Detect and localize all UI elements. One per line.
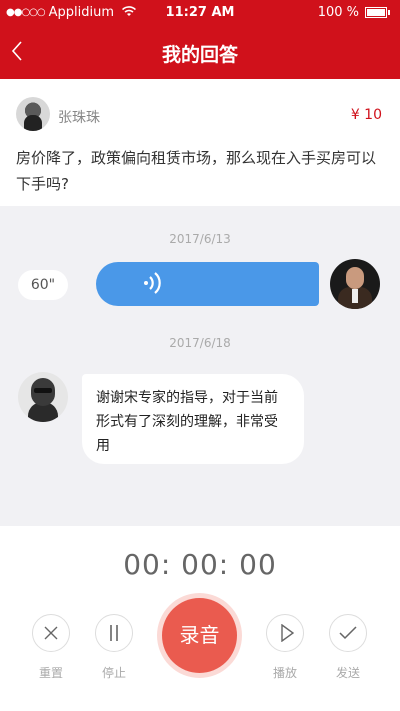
play-button[interactable] xyxy=(266,614,304,652)
battery-percent: 100 % xyxy=(317,5,359,20)
stop-button[interactable] xyxy=(95,614,133,652)
pause-icon xyxy=(110,625,118,641)
nav-bar: 我的回答 xyxy=(0,26,400,79)
sound-wave-icon xyxy=(144,271,162,300)
avatar-figure xyxy=(34,388,52,393)
avatar-figure xyxy=(346,267,364,289)
chat-date: 2017/6/13 xyxy=(169,232,231,246)
battery-status: 100 % xyxy=(318,5,390,20)
stop-label: 停止 xyxy=(101,666,126,680)
close-icon xyxy=(44,626,58,640)
voice-message[interactable] xyxy=(96,262,319,306)
user-avatar[interactable] xyxy=(18,372,68,422)
reset-label: 重置 xyxy=(38,666,63,680)
reply-message: 谢谢宋专家的指导，对于当前形式有了深刻的理解，非常受用 xyxy=(82,374,304,464)
voice-duration: 60" xyxy=(18,270,68,300)
record-timer: 00: 00: 00 xyxy=(123,548,277,581)
header: ●●○○○ Applidium 11:27 AM 100 % 我的回答 xyxy=(0,0,400,79)
avatar-figure xyxy=(352,289,358,303)
battery-tip xyxy=(388,10,390,15)
send-button[interactable] xyxy=(329,614,367,652)
asker-name: 张珠珠 xyxy=(58,110,100,126)
play-icon xyxy=(280,623,294,643)
chat-date: 2017/6/18 xyxy=(169,336,231,350)
send-label: 发送 xyxy=(335,666,360,680)
question-price: ¥ 10 xyxy=(350,107,382,123)
recorder-panel: 00: 00: 00 重置 停止 录音 播放 发送 xyxy=(0,526,400,711)
check-icon xyxy=(339,626,357,640)
question-text: 房价降了，政策偏向租赁市场，那么现在入手买房可以下手吗? xyxy=(16,149,377,193)
record-button[interactable]: 录音 xyxy=(162,598,237,673)
reset-button[interactable] xyxy=(32,614,70,652)
status-bar: ●●○○○ Applidium 11:27 AM 100 % xyxy=(0,0,400,26)
expert-avatar[interactable] xyxy=(330,259,380,309)
asker-avatar[interactable] xyxy=(16,97,50,131)
question-card: 张珠珠 ¥ 10 房价降了，政策偏向租赁市场，那么现在入手买房可以下手吗? xyxy=(0,79,400,206)
play-label: 播放 xyxy=(272,666,297,680)
page-title: 我的回答 xyxy=(161,44,238,66)
battery-icon xyxy=(365,7,387,18)
